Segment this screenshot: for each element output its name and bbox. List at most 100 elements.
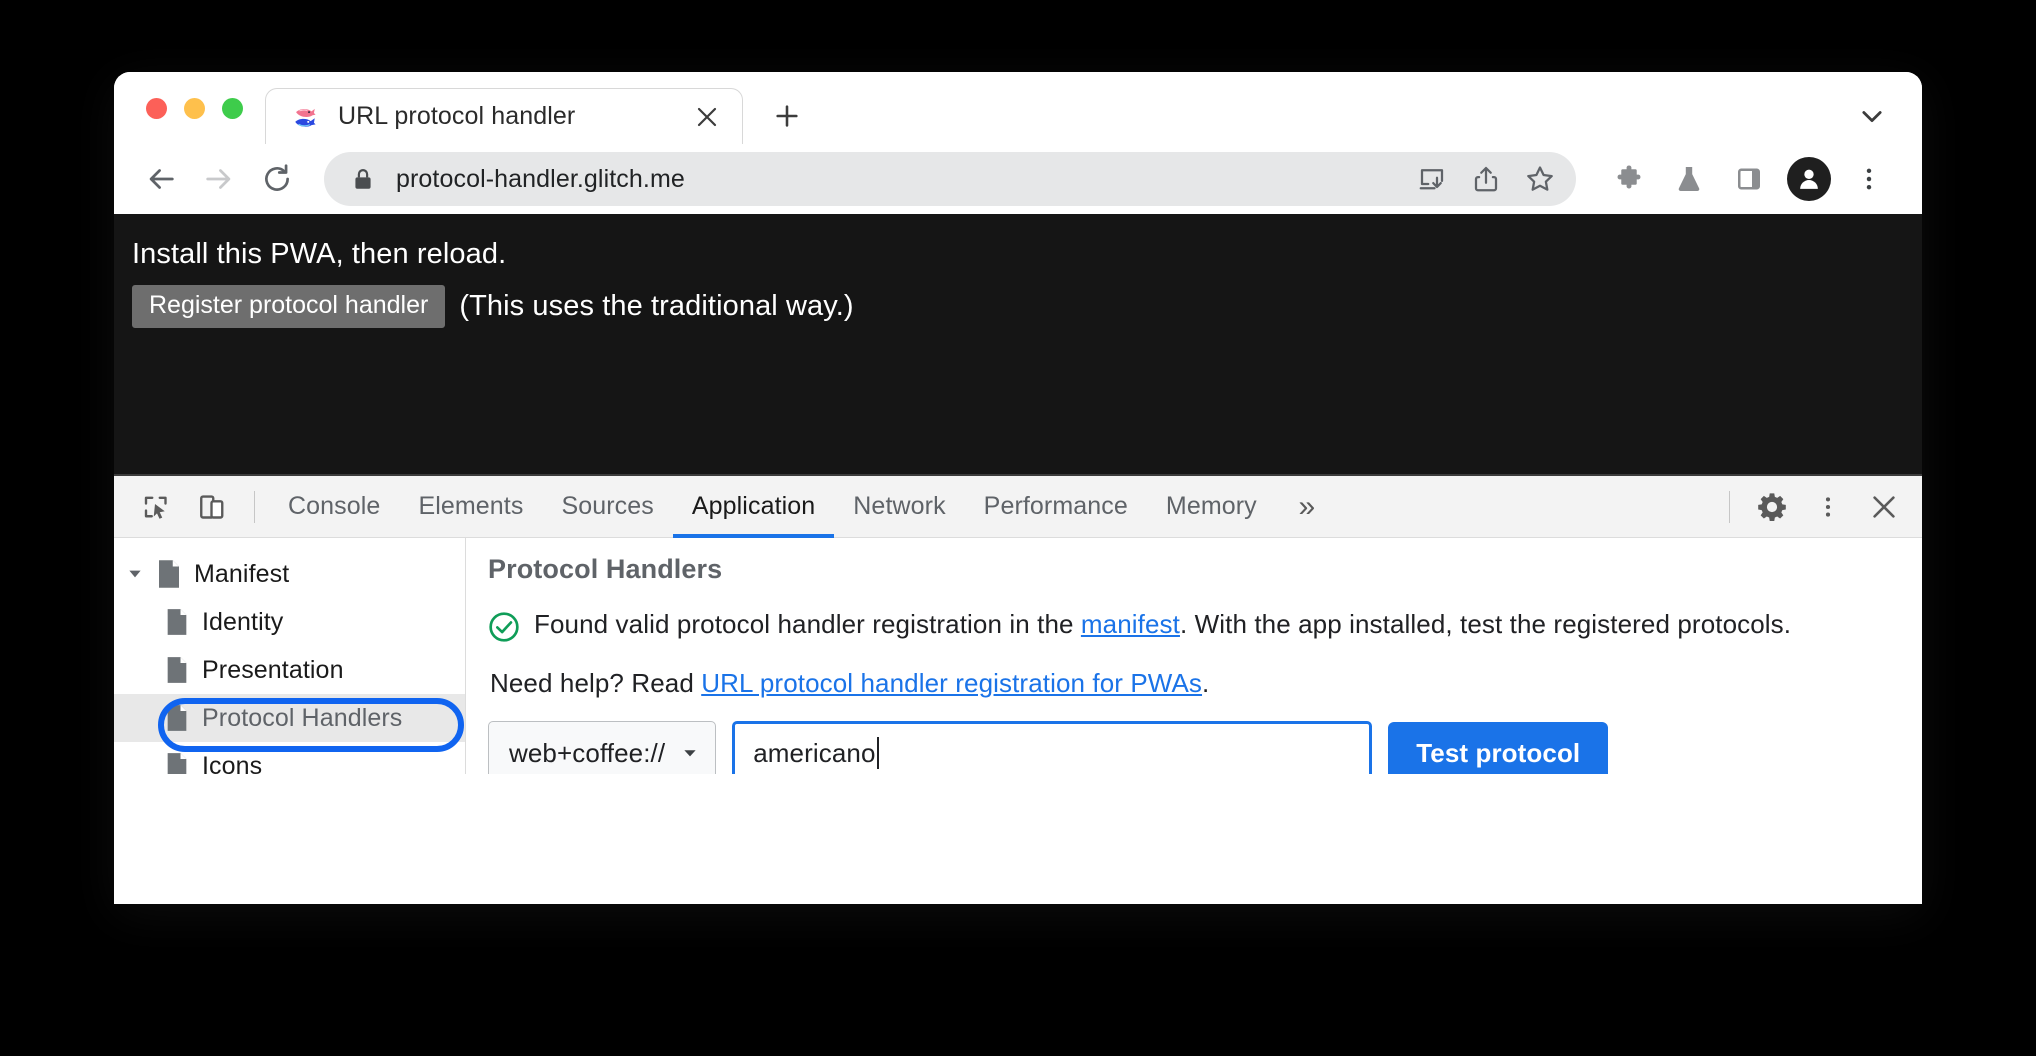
address-bar[interactable]: protocol-handler.glitch.me: [324, 152, 1576, 206]
document-icon: [160, 656, 194, 684]
settings-gear-icon: [1758, 492, 1786, 521]
devtools-menu-button[interactable]: [1804, 483, 1852, 531]
browser-menu-icon: [1866, 168, 1872, 190]
browser-window: URL protocol handler protocol-handler.gl…: [114, 72, 1922, 904]
devtools-controls-divider: [1729, 490, 1730, 523]
protocol-test-controls: web+coffee:// americano Test protocol: [488, 721, 1902, 774]
help-message-post: .: [1202, 668, 1210, 698]
pwa-docs-link[interactable]: URL protocol handler registration for PW…: [701, 668, 1202, 698]
protocol-scheme-select[interactable]: web+coffee://: [488, 721, 717, 774]
page-note: (This uses the traditional way.): [459, 290, 854, 322]
sidebar-item-identity[interactable]: Identity: [114, 598, 465, 646]
close-window-button[interactable]: [146, 97, 167, 119]
reload-icon: [265, 164, 289, 191]
url-text: protocol-handler.glitch.me: [396, 164, 685, 193]
document-icon: [160, 752, 194, 774]
profile-button[interactable]: [1780, 150, 1838, 208]
minimize-window-button[interactable]: [184, 97, 205, 119]
protocol-scheme-value: web+coffee://: [509, 737, 666, 768]
share-button[interactable]: [1460, 153, 1512, 205]
panel-title: Protocol Handlers: [488, 554, 723, 584]
status-message-pre: Found valid protocol handler registratio…: [534, 609, 1081, 639]
plus-icon: [776, 105, 798, 127]
page-action-row: Register protocol handler (This uses the…: [132, 285, 1922, 328]
test-protocol-button[interactable]: Test protocol: [1388, 722, 1609, 774]
page-viewport: Install this PWA, then reload. Register …: [114, 214, 1922, 474]
tab-search-button[interactable]: [1844, 88, 1900, 144]
experiments-flask-icon: [1678, 167, 1700, 191]
devtools-tab-console[interactable]: Console: [269, 476, 399, 538]
sidebar-item-protocol-handlers[interactable]: Protocol Handlers: [114, 694, 465, 742]
person-icon: [1800, 169, 1818, 189]
devtools-tabbar: Console Elements Sources Application Net…: [114, 476, 1922, 538]
close-icon: [1873, 495, 1895, 518]
text-cursor: [876, 737, 879, 769]
experiments-button[interactable]: [1660, 150, 1718, 208]
browser-tab[interactable]: URL protocol handler: [265, 88, 743, 144]
sidebar-item-label: Manifest: [194, 559, 290, 588]
toolbar-right-actions: [1600, 150, 1898, 208]
side-panel-icon: [1737, 168, 1761, 190]
sidebar-item-icons[interactable]: Icons: [114, 742, 465, 774]
register-protocol-handler-button[interactable]: Register protocol handler: [132, 285, 446, 328]
forward-arrow-icon: [206, 169, 231, 189]
window-controls: [132, 72, 257, 144]
extensions-button[interactable]: [1600, 150, 1658, 208]
tab-title: URL protocol handler: [338, 102, 576, 130]
devtools-tab-performance[interactable]: Performance: [965, 476, 1147, 538]
forward-button[interactable]: [190, 150, 248, 208]
device-toolbar-icon: [200, 494, 224, 519]
devtools-tab-network[interactable]: Network: [834, 476, 964, 538]
sidebar-item-manifest[interactable]: Manifest: [114, 550, 465, 598]
tab-strip: URL protocol handler: [114, 72, 1922, 144]
chevron-down-icon[interactable]: [122, 565, 148, 583]
sidebar-item-presentation[interactable]: Presentation: [114, 646, 465, 694]
reload-button[interactable]: [248, 150, 306, 208]
close-icon: [697, 107, 717, 126]
devtools-panel: Console Elements Sources Application Net…: [114, 474, 1922, 774]
devtools-sidebar: Manifest Identity Presentation Protocol …: [114, 538, 466, 774]
devtools-tab-sources[interactable]: Sources: [542, 476, 672, 538]
status-message-row: Found valid protocol handler registratio…: [488, 607, 1902, 648]
devtools-tab-overflow-button[interactable]: »: [1282, 483, 1332, 531]
devtools-tab-memory[interactable]: Memory: [1147, 476, 1276, 538]
devtools-tab-elements[interactable]: Elements: [399, 476, 542, 538]
document-icon: [152, 559, 186, 589]
document-icon: [160, 608, 194, 636]
avatar: [1787, 157, 1831, 201]
page-heading: Install this PWA, then reload.: [132, 238, 507, 270]
help-message: Need help? Read URL protocol handler reg…: [490, 668, 1902, 699]
share-icon: [1474, 166, 1498, 192]
screen: URL protocol handler protocol-handler.gl…: [0, 0, 2036, 1056]
protocol-payload-input[interactable]: americano: [732, 721, 1373, 774]
devtools-tab-application[interactable]: Application: [672, 476, 835, 538]
tropical-fish-favicon: [295, 108, 316, 127]
manifest-link[interactable]: manifest: [1081, 609, 1180, 639]
protocol-payload-value: americano: [753, 737, 876, 768]
device-toolbar-button[interactable]: [188, 483, 236, 531]
document-icon: [160, 704, 194, 732]
inspect-element-icon: [144, 496, 167, 519]
sidebar-item-label: Identity: [202, 607, 284, 636]
extensions-puzzle-icon: [1617, 165, 1641, 189]
side-panel-button[interactable]: [1720, 150, 1778, 208]
close-tab-button[interactable]: [690, 100, 724, 134]
new-tab-button[interactable]: [759, 88, 815, 144]
inspect-element-button[interactable]: [132, 483, 180, 531]
devtools-settings-button[interactable]: [1748, 483, 1796, 531]
devtools-body: Manifest Identity Presentation Protocol …: [114, 538, 1922, 774]
browser-toolbar: protocol-handler.glitch.me: [114, 144, 1922, 214]
install-pwa-button[interactable]: [1406, 153, 1458, 205]
browser-menu-button[interactable]: [1840, 150, 1898, 208]
lock-icon: [350, 166, 376, 192]
chevron-down-icon: [1862, 111, 1882, 123]
back-button[interactable]: [132, 150, 190, 208]
omnibox-actions: [1406, 153, 1566, 205]
help-message-pre: Need help? Read: [490, 668, 702, 698]
close-devtools-button[interactable]: [1860, 483, 1908, 531]
maximize-window-button[interactable]: [222, 97, 243, 119]
status-message: Found valid protocol handler registratio…: [534, 607, 1791, 648]
devtools-menu-icon: [1825, 496, 1831, 517]
devtools-tabbar-divider: [254, 490, 255, 523]
bookmark-button[interactable]: [1514, 153, 1566, 205]
